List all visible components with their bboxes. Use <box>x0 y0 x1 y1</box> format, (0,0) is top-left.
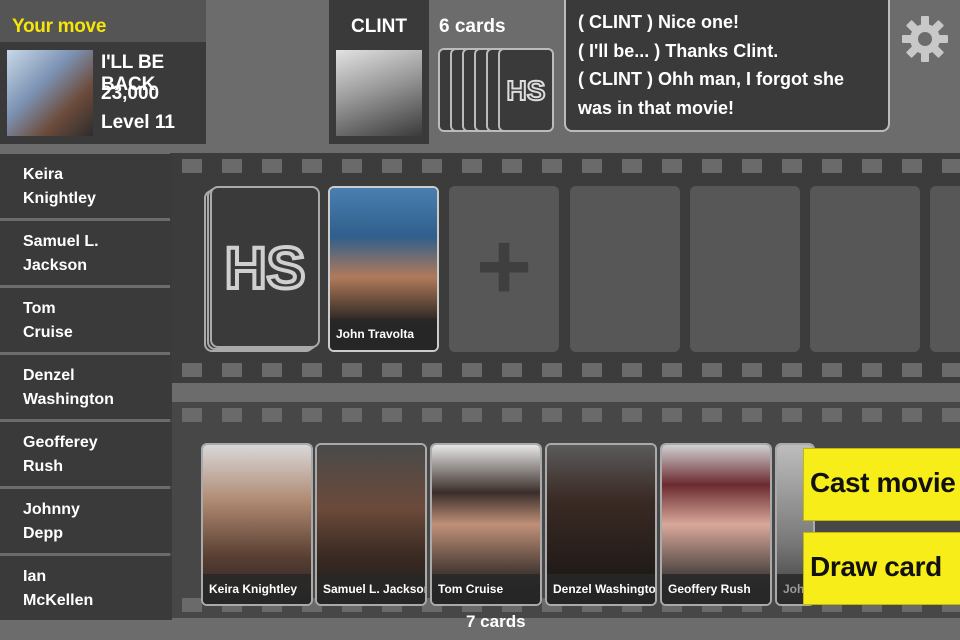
opponent-panel: CLINT <box>329 0 429 144</box>
card-label: Denzel Washington <box>547 574 655 604</box>
plus-icon: + <box>475 213 533 320</box>
card-label: Geoffery Rush <box>662 574 770 604</box>
hand-card[interactable]: Samuel L. Jackson <box>315 443 427 606</box>
list-item[interactable]: Johnny Depp <box>0 489 172 553</box>
list-item[interactable]: Denzel Washington <box>0 355 172 419</box>
svg-text:HS: HS <box>507 75 546 106</box>
card-slot <box>810 186 920 352</box>
draw-deck[interactable]: HS <box>204 186 322 352</box>
card-slot <box>570 186 680 352</box>
gear-icon[interactable] <box>900 14 950 64</box>
chat-message: ( CLINT ) Ohh man, I forgot she was in t… <box>578 69 844 118</box>
card-slot <box>930 186 960 352</box>
played-card[interactable]: John Travolta <box>328 186 439 352</box>
opponent-card-back: HS <box>498 48 554 132</box>
deck-logo-text: HS <box>225 236 306 301</box>
deck-card: HS <box>210 186 320 348</box>
hand-card[interactable]: Keira Knightley <box>201 443 313 606</box>
list-item[interactable]: Geofferey Rush <box>0 422 172 486</box>
actor-list: Keira Knightley Samuel L. Jackson Tom Cr… <box>0 154 172 623</box>
list-item[interactable]: Samuel L. Jackson <box>0 221 172 285</box>
cast-movie-button[interactable]: Cast movie <box>803 448 960 521</box>
hand-card-count: 7 cards <box>466 612 526 631</box>
hand-card[interactable]: Tom Cruise <box>430 443 542 606</box>
hand-card[interactable]: Geoffery Rush <box>660 443 772 606</box>
chat-message: ( I'll be... ) Thanks Clint. <box>578 40 779 61</box>
player-level: Level 11 <box>101 112 175 133</box>
film-holes <box>170 159 960 173</box>
opponent-avatar <box>336 50 422 136</box>
chat-message: ( CLINT ) Nice one! <box>578 12 739 32</box>
turn-indicator: Your move <box>0 0 206 42</box>
film-holes <box>170 363 960 377</box>
card-label: Tom Cruise <box>432 574 540 604</box>
draw-card-button[interactable]: Draw card <box>803 532 960 605</box>
card-label: Samuel L. Jackson <box>317 574 425 604</box>
player-avatar <box>7 50 93 136</box>
card-slot[interactable]: + <box>449 186 559 352</box>
player-score: 23,000 <box>101 83 160 104</box>
list-item[interactable]: Ian McKellen <box>0 556 172 620</box>
player-panel: I'LL BE BACK 23,000 Level 11 <box>0 42 206 144</box>
hs-logo-icon: HS <box>223 234 308 303</box>
opponent-hand: HS <box>438 48 554 132</box>
opponent-name: CLINT <box>351 16 407 37</box>
list-item[interactable]: Keira Knightley <box>0 154 172 218</box>
hs-logo-icon: HS <box>506 74 547 107</box>
chat-log[interactable]: ( CLINT ) Nice one! ( I'll be... ) Thank… <box>564 0 890 132</box>
card-label: Keira Knightley <box>203 574 311 604</box>
card-slot <box>690 186 800 352</box>
film-holes <box>170 408 960 422</box>
list-item[interactable]: Tom Cruise <box>0 288 172 352</box>
card-label: John Travolta <box>330 318 437 350</box>
hand-card[interactable]: Denzel Washington <box>545 443 657 606</box>
opponent-card-count: 6 cards <box>439 16 506 37</box>
